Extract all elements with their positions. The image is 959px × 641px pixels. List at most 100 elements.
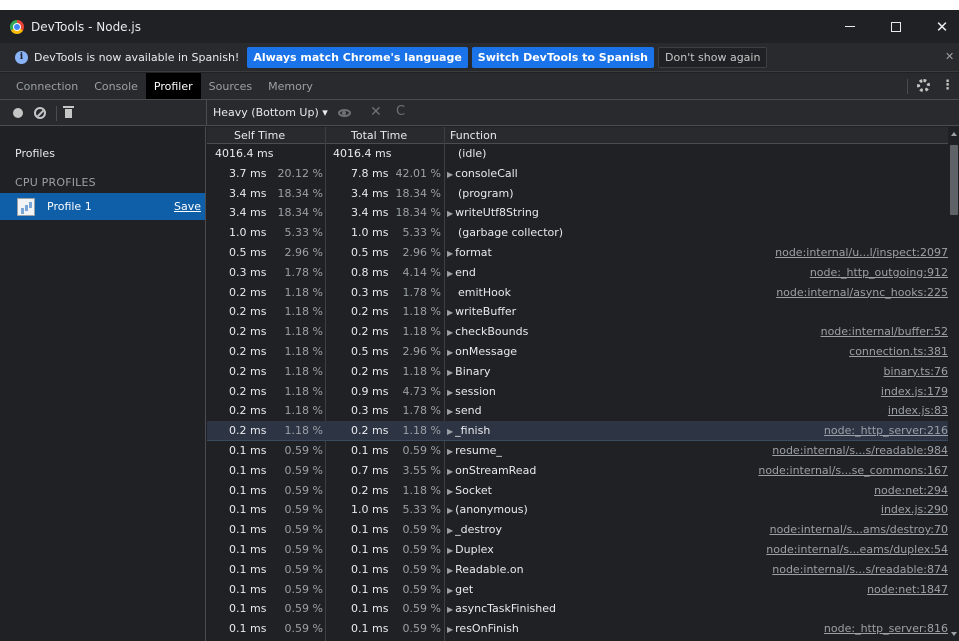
source-link[interactable]: node:internal/async_hooks:225 (776, 286, 948, 299)
triangle-right-icon[interactable]: ▶ (447, 586, 453, 595)
triangle-right-icon[interactable]: ▶ (447, 546, 453, 555)
table-row[interactable]: 0.1 ms 0.59 % 0.7 ms 3.55 % ▶ onStreamRead nod… (207, 461, 948, 481)
source-link[interactable]: binary.ts:76 (884, 365, 948, 378)
function-name: (idle) (458, 147, 487, 160)
tab-connection[interactable]: Connection (0, 73, 86, 99)
table-row[interactable]: 0.1 ms 0.59 % 0.1 ms 0.59 % ▶ resume_ node:int… (207, 441, 948, 461)
triangle-right-icon[interactable]: ▶ (447, 308, 453, 317)
triangle-right-icon[interactable]: ▶ (447, 249, 453, 258)
total-time-header[interactable]: Total Time (351, 129, 407, 142)
reload-icon[interactable]: C (396, 104, 405, 119)
source-link[interactable]: index.js:290 (881, 503, 948, 516)
table-scrollbar[interactable] (948, 127, 959, 641)
triangle-right-icon[interactable]: ▶ (447, 427, 453, 436)
tab-sources[interactable]: Sources (201, 73, 261, 99)
table-row[interactable]: 0.1 ms 0.59 % 0.1 ms 0.59 % ▶ Readable.on node… (207, 560, 948, 580)
close-window-button[interactable]: ✕ (919, 10, 959, 43)
table-row[interactable]: 0.2 ms 1.18 % 0.2 ms 1.18 % ▶ Binary binary.ts… (207, 362, 948, 382)
triangle-right-icon[interactable]: ▶ (447, 407, 453, 416)
match-language-button[interactable]: Always match Chrome's language (247, 46, 468, 68)
triangle-right-icon[interactable]: ▶ (447, 526, 453, 535)
triangle-right-icon[interactable]: ▶ (447, 566, 453, 575)
minimize-button[interactable] (827, 10, 873, 43)
table-row[interactable]: 0.3 ms 1.78 % 0.8 ms 4.14 % ▶ end node:_http_o… (207, 263, 948, 283)
source-link[interactable]: node:internal/s...s/readable:984 (772, 444, 948, 457)
scroll-up-icon[interactable] (951, 132, 957, 136)
scrollbar-thumb[interactable] (950, 145, 958, 215)
infobar-close-icon[interactable]: ✕ (945, 50, 954, 63)
triangle-right-icon[interactable]: ▶ (447, 328, 453, 337)
kebab-menu-icon[interactable]: ⋮ (941, 78, 954, 93)
table-row[interactable]: 3.7 ms 20.12 % 7.8 ms 42.01 % ▶ consoleCall (207, 164, 948, 184)
self-time: 0.2 ms (229, 305, 267, 319)
maximize-button[interactable] (873, 10, 919, 43)
table-row[interactable]: 0.2 ms 1.18 % 0.2 ms 1.18 % ▶ checkBounds node… (207, 322, 948, 342)
source-link[interactable]: index.js:179 (881, 385, 948, 398)
record-icon[interactable] (13, 108, 23, 118)
table-row[interactable]: 0.1 ms 0.59 % 0.1 ms 0.59 % ▶ Duplex node:inte… (207, 540, 948, 560)
table-row[interactable]: 0.1 ms 0.59 % 1.0 ms 5.33 % ▶ (anonymous) inde… (207, 500, 948, 520)
triangle-right-icon[interactable]: ▶ (447, 487, 453, 496)
triangle-right-icon[interactable]: ▶ (447, 506, 453, 515)
triangle-right-icon[interactable]: ▶ (447, 170, 453, 179)
profile-item[interactable]: Profile 1 Save (0, 193, 205, 220)
switch-to-spanish-button[interactable]: Switch DevTools to Spanish (471, 46, 655, 68)
source-link[interactable]: node:internal/s...s/readable:874 (772, 563, 948, 576)
triangle-right-icon[interactable]: ▶ (447, 388, 453, 397)
close-icon[interactable]: ✕ (370, 104, 382, 120)
table-row[interactable]: 0.2 ms 1.18 % 0.3 ms 1.78 % emitHook node:int… (207, 283, 948, 303)
table-row[interactable]: 0.2 ms 1.18 % 0.5 ms 2.96 % ▶ onMessage connec… (207, 342, 948, 362)
view-mode-select[interactable]: Heavy (Bottom Up) ▾ (213, 106, 328, 119)
source-link[interactable]: node:net:1847 (867, 583, 948, 596)
function-header[interactable]: Function (450, 129, 497, 142)
table-row[interactable]: 0.1 ms 0.59 % 0.1 ms 0.59 % ▶ asyncTaskFinish… (207, 599, 948, 619)
triangle-right-icon[interactable]: ▶ (447, 209, 453, 218)
source-link[interactable]: connection.ts:381 (849, 345, 948, 358)
source-link[interactable]: node:internal/s...se_commons:167 (758, 464, 948, 477)
tab-profiler[interactable]: Profiler (145, 73, 201, 99)
trash-icon[interactable] (63, 105, 74, 119)
eye-icon[interactable] (338, 109, 351, 117)
table-row[interactable]: 0.1 ms 0.59 % 0.2 ms 1.18 % ▶ Socket node:net:… (207, 481, 948, 501)
source-link[interactable]: node:internal/buffer:52 (821, 325, 948, 338)
source-link[interactable]: index.js:83 (888, 404, 948, 417)
table-row[interactable]: 0.2 ms 1.18 % 0.3 ms 1.78 % ▶ send index.js:83 (207, 401, 948, 421)
tab-console[interactable]: Console (86, 73, 146, 99)
table-row[interactable]: 0.1 ms 0.59 % 0.1 ms 0.59 % ▶ get node:net:184… (207, 580, 948, 600)
source-link[interactable]: node:internal/s...eams/duplex:54 (766, 543, 948, 556)
gear-icon[interactable] (917, 79, 930, 92)
save-profile-link[interactable]: Save (174, 200, 201, 213)
self-percent: 18.34 % (277, 206, 323, 220)
source-link[interactable]: node:net:294 (874, 484, 948, 497)
table-row[interactable]: 1.0 ms 5.33 % 1.0 ms 5.33 % (garbage collect… (207, 223, 948, 243)
source-link[interactable]: node:internal/s...ams/destroy:70 (770, 523, 948, 536)
table-row[interactable]: 0.2 ms 1.18 % 0.2 ms 1.18 % ▶ _finish node:_ht… (207, 421, 948, 441)
tab-memory[interactable]: Memory (260, 73, 321, 99)
total-percent: 3.55 % (402, 463, 441, 477)
self-time-header[interactable]: Self Time (234, 129, 285, 142)
table-row[interactable]: 0.2 ms 1.18 % 0.2 ms 1.18 % ▶ writeBuffer (207, 302, 948, 322)
dont-show-again-button[interactable]: Don't show again (658, 46, 768, 68)
table-row[interactable]: 3.4 ms 18.34 % 3.4 ms 18.34 % (program) (207, 184, 948, 204)
scroll-down-icon[interactable] (951, 632, 957, 636)
source-link[interactable]: node:_http_server:816 (824, 622, 948, 635)
table-row[interactable]: 0.2 ms 1.18 % 0.9 ms 4.73 % ▶ session index.js… (207, 382, 948, 402)
table-row-idle[interactable]: 4016.4 ms 4016.4 ms (idle) (207, 144, 948, 164)
triangle-right-icon[interactable]: ▶ (447, 625, 453, 634)
triangle-right-icon[interactable]: ▶ (447, 447, 453, 456)
triangle-right-icon[interactable]: ▶ (447, 368, 453, 377)
triangle-right-icon[interactable]: ▶ (447, 467, 453, 476)
table-row[interactable]: 0.1 ms 0.59 % 0.1 ms 0.59 % ▶ resOnFinish node… (207, 619, 948, 639)
table-row[interactable]: 0.1 ms 0.59 % 0.1 ms 0.59 % ▶ _destroy node:in… (207, 520, 948, 540)
table-row[interactable]: 3.4 ms 18.34 % 3.4 ms 18.34 % ▶ writeUtf8Stri… (207, 203, 948, 223)
triangle-right-icon[interactable]: ▶ (447, 605, 453, 614)
maximize-icon (891, 21, 901, 32)
self-percent: 1.18 % (284, 285, 323, 299)
source-link[interactable]: node:internal/u...l/inspect:2097 (775, 246, 948, 259)
clear-icon[interactable] (34, 107, 46, 119)
source-link[interactable]: node:_http_server:216 (824, 424, 948, 437)
source-link[interactable]: node:_http_outgoing:912 (810, 266, 948, 279)
triangle-right-icon[interactable]: ▶ (447, 348, 453, 357)
table-row[interactable]: 0.5 ms 2.96 % 0.5 ms 2.96 % ▶ format node:inte… (207, 243, 948, 263)
triangle-right-icon[interactable]: ▶ (447, 269, 453, 278)
